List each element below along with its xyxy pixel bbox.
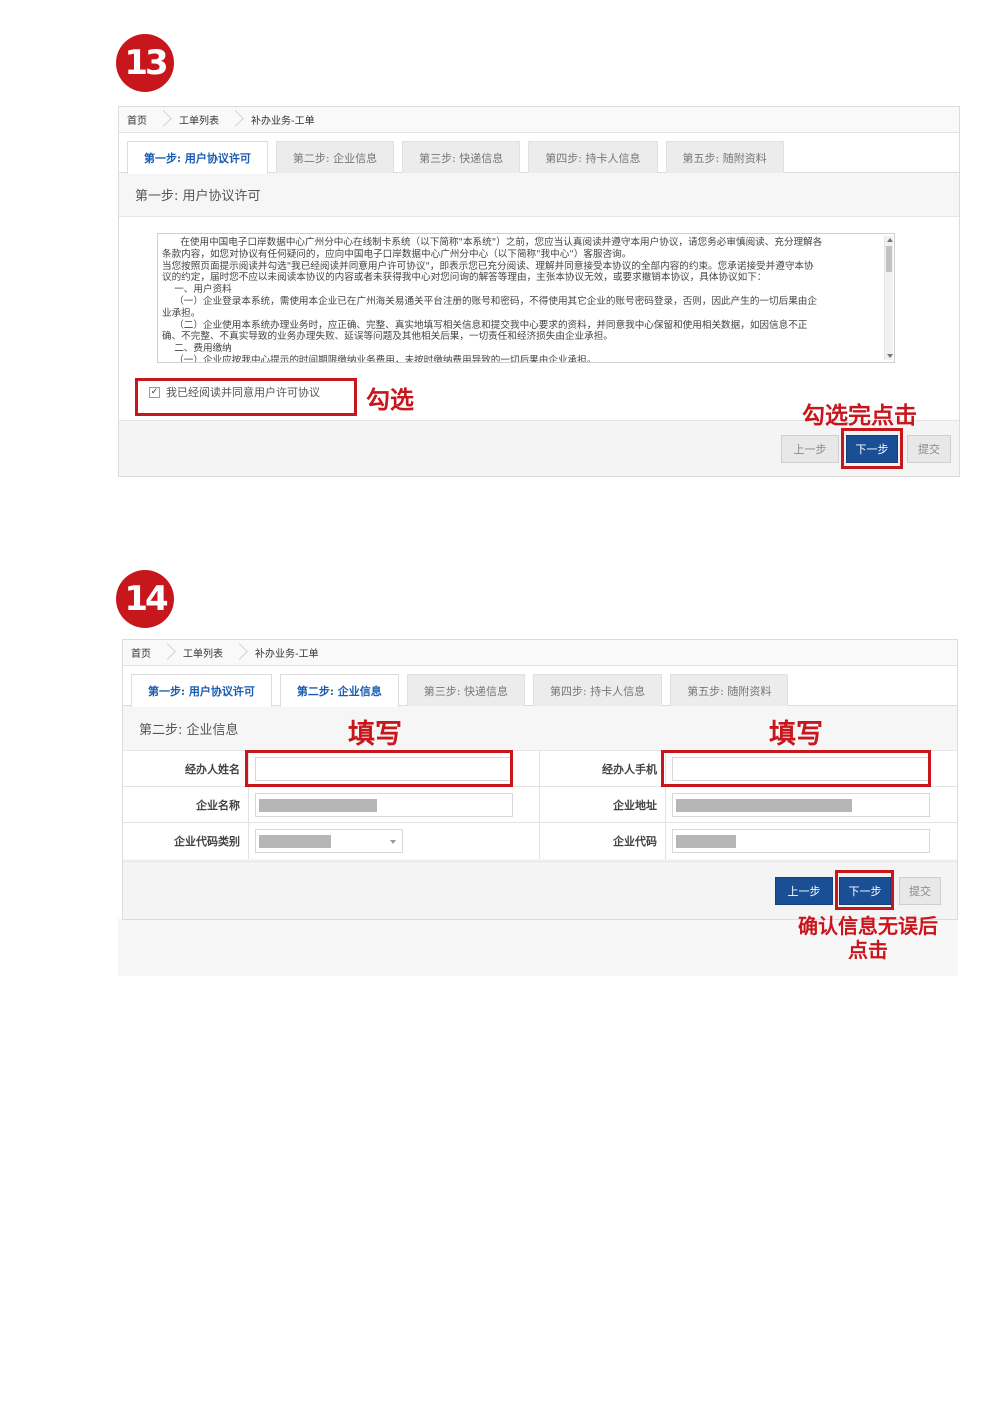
annotation-check-then-click: 勾选完点击 (802, 403, 917, 429)
breadcrumb-ticket-list[interactable]: 工单列表 (183, 645, 223, 660)
agreement-line: 条款内容，如您对协议有任何疑问的，应向中国电子口岸数据中心广州分中心（以下简称"… (162, 248, 632, 260)
redacted-value (676, 798, 852, 812)
tab-step5[interactable]: 第五步: 随附资料 (665, 141, 784, 173)
redacted-value (676, 835, 736, 848)
tab-step4[interactable]: 第四步: 持卡人信息 (532, 674, 663, 706)
step-13-badge: 13 (116, 34, 174, 92)
agreement-scrollbar[interactable] (884, 236, 893, 360)
step-tabs: 第一步: 用户协议许可 第二步: 企业信息 第三步: 快递信息 第四步: 持卡人… (123, 666, 957, 707)
code-type-cell (249, 823, 540, 859)
redacted-value (259, 798, 377, 812)
annotation-fill-left: 填写 (348, 719, 402, 750)
highlight-handler-phone (661, 750, 931, 787)
highlight-agree-box (135, 378, 357, 416)
breadcrumb-current: 补办业务-工单 (255, 649, 319, 660)
section-title: 第二步: 企业信息 (123, 706, 957, 751)
tab-step1[interactable]: 第一步: 用户协议许可 (131, 674, 272, 707)
tab-step3[interactable]: 第三步: 快递信息 (402, 141, 521, 173)
tab-step2[interactable]: 第二步: 企业信息 (275, 141, 395, 173)
footer-bar: 上一步 下一步 提交 (123, 861, 957, 919)
breadcrumb-current: 补办业务-工单 (251, 116, 315, 127)
agreement-line: 业承担。 (162, 307, 201, 319)
form-row: 企业名称 企业地址 (123, 787, 957, 823)
company-code-label: 企业代码 (540, 823, 666, 859)
code-type-label: 企业代码类别 (123, 823, 249, 859)
scroll-up-arrow-icon[interactable] (887, 238, 893, 242)
company-address-label: 企业地址 (540, 787, 666, 822)
breadcrumb-separator-icon (157, 107, 169, 133)
step-14-badge: 14 (116, 570, 174, 628)
breadcrumb-separator-icon (233, 640, 245, 666)
chevron-down-icon (390, 840, 396, 844)
breadcrumb-home[interactable]: 首页 (127, 112, 147, 127)
scroll-thumb[interactable] (886, 246, 892, 272)
agreement-textarea[interactable]: 在使用中国电子口岸数据中心广州分中心在线制卡系统（以下简称"本系统"）之前，您应… (157, 233, 895, 363)
agreement-line: （一）企业应按我中心提示的时间期限缴纳业务费用，未按时缴纳费用导致的一切后果由企… (162, 354, 597, 363)
tab-step1[interactable]: 第一步: 用户协议许可 (127, 141, 268, 174)
highlight-next-button (841, 428, 903, 469)
breadcrumb-home[interactable]: 首页 (131, 645, 151, 660)
form-row: 企业代码类别 企业代码 (123, 823, 957, 859)
agreement-line: 一、用户资料 (162, 284, 232, 296)
section-title: 第一步: 用户协议许可 (119, 173, 959, 217)
agreement-line: （一）企业登录本系统，需使用本企业已在广州海关易通关平台注册的账号和密码，不得使… (162, 295, 817, 307)
scroll-down-arrow-icon[interactable] (887, 354, 893, 358)
annotation-fill-right: 填写 (769, 719, 823, 750)
prev-button[interactable]: 上一步 (781, 435, 839, 463)
agreement-line: 确、不完整、不真实导致的业务办理失败、延误等问题及其他相关后果，一切责任和经济损… (162, 331, 613, 343)
agreement-line: 当您按照页面提示阅读并勾选"我已经阅读并同意用户许可协议"，即表示您已充分阅读、… (162, 260, 814, 272)
redacted-value (259, 835, 331, 848)
company-name-input[interactable] (255, 792, 513, 817)
tab-step4[interactable]: 第四步: 持卡人信息 (528, 141, 658, 173)
company-address-input[interactable] (672, 792, 930, 817)
agreement-line: 二、费用缴纳 (162, 343, 232, 355)
breadcrumb-separator-icon (229, 107, 241, 133)
handler-name-label: 经办人姓名 (123, 751, 249, 786)
prev-button[interactable]: 上一步 (775, 877, 833, 905)
code-type-select[interactable] (255, 829, 403, 853)
annotation-confirm: 确认信息无误后 点击 (788, 914, 948, 962)
submit-button[interactable]: 提交 (899, 877, 941, 905)
agreement-line: （二）企业使用本系统办理业务时，应正确、完整、真实地填写相关信息和提交我中心要求… (162, 319, 808, 331)
submit-button[interactable]: 提交 (907, 435, 951, 463)
agreement-line: 在使用中国电子口岸数据中心广州分中心在线制卡系统（以下简称"本系统"）之前，您应… (162, 237, 823, 248)
highlight-handler-name (245, 750, 513, 787)
agreement-line: 议的约定，届时您不应以未阅读本协议的内容或者未获得我中心对您问询的解答等理由，主… (162, 272, 767, 284)
tab-step5[interactable]: 第五步: 随附资料 (670, 674, 789, 706)
highlight-next-button (835, 870, 894, 910)
tab-step3[interactable]: 第三步: 快递信息 (406, 674, 525, 706)
handler-phone-label: 经办人手机 (540, 751, 666, 786)
breadcrumb-separator-icon (161, 640, 173, 666)
breadcrumb: 首页 工单列表 补办业务-工单 (123, 640, 957, 666)
step-tabs: 第一步: 用户协议许可 第二步: 企业信息 第三步: 快递信息 第四步: 持卡人… (119, 133, 959, 174)
company-code-input[interactable] (672, 829, 930, 853)
annotation-confirm-line2: 点击 (848, 938, 888, 962)
annotation-confirm-line1: 确认信息无误后 (798, 914, 938, 938)
annotation-check: 勾选 (366, 386, 414, 414)
company-code-cell (666, 823, 957, 859)
company-name-cell (249, 787, 540, 822)
tab-step2[interactable]: 第二步: 企业信息 (279, 674, 399, 707)
company-address-cell (666, 787, 957, 822)
company-name-label: 企业名称 (123, 787, 249, 822)
breadcrumb: 首页 工单列表 补办业务-工单 (119, 107, 959, 133)
breadcrumb-ticket-list[interactable]: 工单列表 (179, 112, 219, 127)
